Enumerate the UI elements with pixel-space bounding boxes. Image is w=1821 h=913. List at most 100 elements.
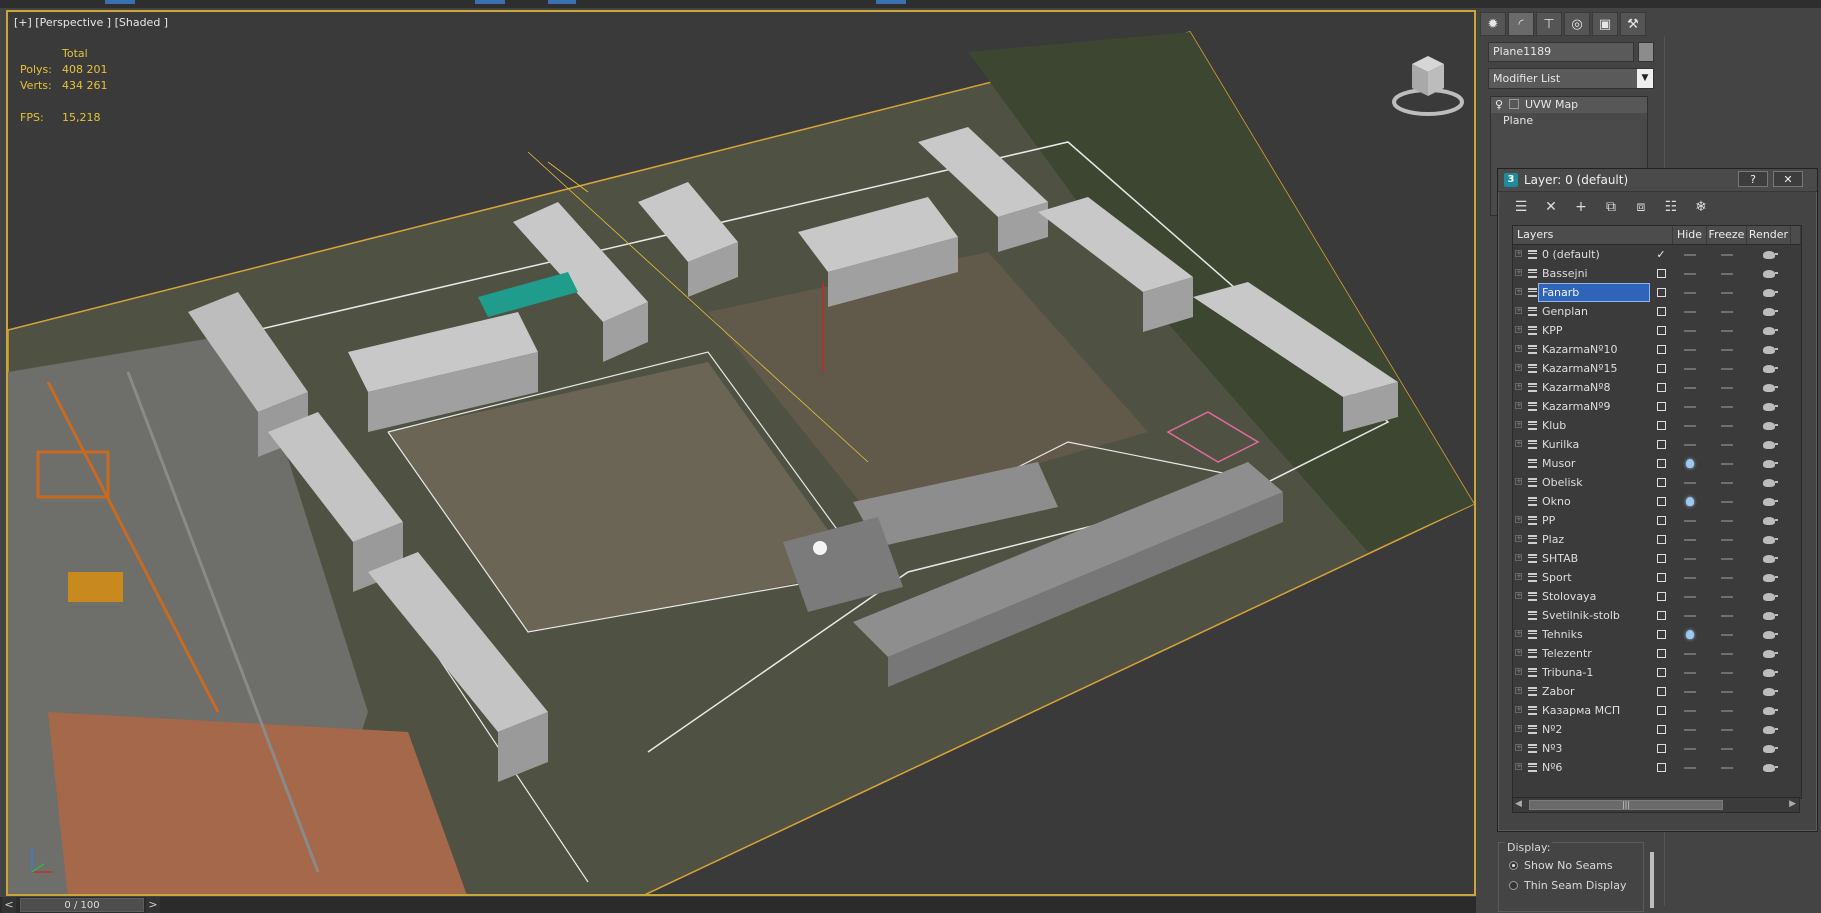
teapot-icon[interactable]	[1763, 630, 1778, 639]
layer-row[interactable]: + Klub	[1513, 416, 1801, 435]
layer-row[interactable]: + Fanarb	[1513, 283, 1801, 302]
teapot-icon[interactable]	[1763, 440, 1778, 449]
expand-toggle[interactable]: +	[1513, 530, 1525, 549]
current-layer-toggle[interactable]	[1649, 573, 1673, 582]
teapot-icon[interactable]	[1763, 611, 1778, 620]
checkbox-icon[interactable]	[1656, 326, 1666, 335]
dash-icon[interactable]	[1721, 348, 1733, 351]
layer-row[interactable]: + Казарма МСП	[1513, 701, 1801, 720]
layer-name[interactable]: Stolovaya	[1539, 588, 1649, 605]
layer-name[interactable]: SHTAB	[1539, 550, 1649, 567]
layer-name[interactable]: Казарма МСП	[1539, 702, 1649, 719]
current-layer-toggle[interactable]	[1649, 554, 1673, 563]
freeze-toggle[interactable]	[1707, 766, 1747, 769]
teapot-icon[interactable]	[1763, 459, 1778, 468]
dash-icon[interactable]	[1721, 481, 1733, 484]
checkbox-icon[interactable]	[1656, 573, 1666, 582]
layer-name[interactable]: Bassejni	[1539, 265, 1649, 282]
layers-horizontal-scrollbar[interactable]: ◀ ||| ▶	[1512, 797, 1800, 813]
render-toggle[interactable]	[1747, 725, 1791, 734]
expand-toggle[interactable]	[1513, 606, 1525, 625]
render-toggle[interactable]	[1747, 744, 1791, 753]
layer-name[interactable]: Zabor	[1539, 683, 1649, 700]
checkbox-icon[interactable]	[1656, 725, 1666, 734]
dash-icon[interactable]	[1684, 405, 1696, 408]
toolbar-tab-indicator[interactable]	[475, 0, 505, 4]
utilities-icon[interactable]: ⚒	[1620, 12, 1646, 36]
dash-icon[interactable]	[1721, 766, 1733, 769]
toolbar-tab-indicator[interactable]	[876, 0, 906, 4]
dash-icon[interactable]	[1684, 253, 1696, 256]
current-layer-toggle[interactable]	[1649, 592, 1673, 601]
help-button[interactable]: ?	[1738, 171, 1768, 187]
plus-icon[interactable]: +	[1515, 250, 1522, 257]
freeze-toggle[interactable]	[1707, 652, 1747, 655]
dash-icon[interactable]	[1684, 747, 1696, 750]
hide-toggle[interactable]	[1673, 652, 1707, 655]
teapot-icon[interactable]	[1763, 345, 1778, 354]
current-layer-toggle[interactable]	[1649, 288, 1673, 297]
checkbox-icon[interactable]	[1656, 440, 1666, 449]
close-button[interactable]: ✕	[1773, 171, 1803, 187]
render-toggle[interactable]	[1747, 687, 1791, 696]
layer-name[interactable]: Okno	[1539, 493, 1649, 510]
render-toggle[interactable]	[1747, 250, 1791, 259]
hide-toggle[interactable]	[1673, 519, 1707, 522]
dash-icon[interactable]	[1721, 272, 1733, 275]
plus-icon[interactable]: +	[1515, 535, 1522, 542]
current-layer-toggle[interactable]	[1649, 478, 1673, 487]
layer-row[interactable]: + KazarmaNº10	[1513, 340, 1801, 359]
freeze-toggle[interactable]	[1707, 595, 1747, 598]
expand-icon[interactable]	[1509, 99, 1519, 109]
freeze-toggle[interactable]	[1707, 538, 1747, 541]
plus-icon[interactable]: +	[1515, 554, 1522, 561]
freeze-toggle[interactable]	[1707, 633, 1747, 636]
hide-toggle[interactable]	[1673, 595, 1707, 598]
freeze-toggle[interactable]	[1707, 348, 1747, 351]
teapot-icon[interactable]	[1763, 649, 1778, 658]
dash-icon[interactable]	[1684, 557, 1696, 560]
freeze-toggle[interactable]	[1707, 557, 1747, 560]
hide-toggle[interactable]	[1673, 405, 1707, 408]
checkbox-icon[interactable]	[1656, 687, 1666, 696]
dash-icon[interactable]	[1721, 538, 1733, 541]
dash-icon[interactable]	[1721, 386, 1733, 389]
hide-toggle[interactable]	[1673, 443, 1707, 446]
layer-name[interactable]: Sport	[1539, 569, 1649, 586]
dash-icon[interactable]	[1721, 557, 1733, 560]
plus-icon[interactable]: +	[1515, 326, 1522, 333]
layer-row[interactable]: + Nº3	[1513, 739, 1801, 758]
dash-icon[interactable]	[1721, 576, 1733, 579]
current-layer-toggle[interactable]	[1649, 687, 1673, 696]
dash-icon[interactable]	[1684, 614, 1696, 617]
dash-icon[interactable]	[1721, 671, 1733, 674]
plus-icon[interactable]: +	[1515, 763, 1522, 770]
column-header-layers[interactable]: Layers	[1513, 226, 1673, 244]
dash-icon[interactable]	[1684, 291, 1696, 294]
plus-icon[interactable]: +	[1515, 516, 1522, 523]
next-frame-button[interactable]: >	[146, 897, 160, 913]
freeze-toggle[interactable]	[1707, 386, 1747, 389]
checkbox-icon[interactable]	[1656, 592, 1666, 601]
layer-row[interactable]: + KazarmaNº9	[1513, 397, 1801, 416]
teapot-icon[interactable]	[1763, 326, 1778, 335]
render-toggle[interactable]	[1747, 269, 1791, 278]
freeze-toggle[interactable]	[1707, 272, 1747, 275]
dash-icon[interactable]	[1684, 481, 1696, 484]
column-header-render[interactable]: Render	[1747, 226, 1791, 244]
hide-toggle[interactable]	[1673, 424, 1707, 427]
layer-row[interactable]: + SHTAB	[1513, 549, 1801, 568]
teapot-icon[interactable]	[1763, 269, 1778, 278]
current-layer-toggle[interactable]	[1649, 497, 1673, 506]
plus-icon[interactable]: +	[1515, 478, 1522, 485]
expand-toggle[interactable]: +	[1513, 682, 1525, 701]
toolbar-tab-indicator[interactable]	[548, 0, 576, 4]
layer-name[interactable]: 0 (default)	[1539, 246, 1649, 263]
current-layer-toggle[interactable]	[1649, 668, 1673, 677]
plus-icon[interactable]: +	[1515, 269, 1522, 276]
freeze-toggle[interactable]	[1707, 291, 1747, 294]
expand-toggle[interactable]: +	[1513, 340, 1525, 359]
dash-icon[interactable]	[1721, 462, 1733, 465]
teapot-icon[interactable]	[1763, 497, 1778, 506]
freeze-toggle[interactable]	[1707, 253, 1747, 256]
